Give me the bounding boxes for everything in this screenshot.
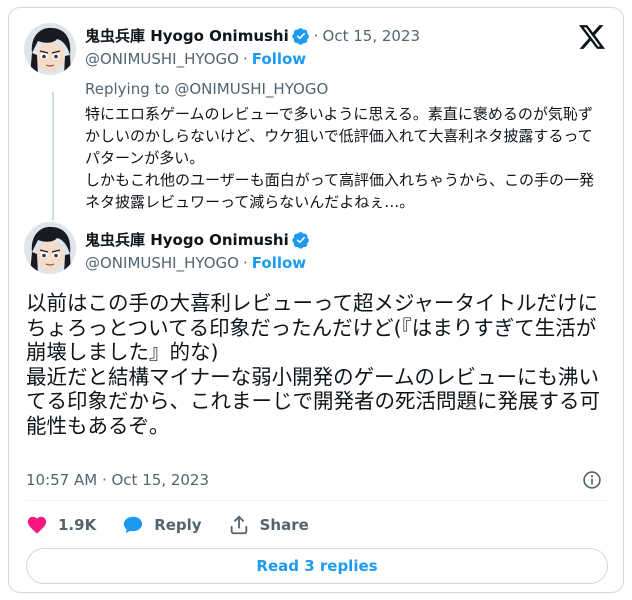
separator-dot: · <box>242 254 248 272</box>
tweet-timestamp[interactable]: 10:57 AM · Oct 15, 2023 <box>26 471 209 489</box>
reply-tweet-text: 特にエロ系ゲームのレビューで多いように思える。素直に褒めるのが気恥ずかしいのかし… <box>85 105 594 211</box>
follow-button[interactable]: Follow <box>252 254 306 272</box>
main-author-row: 鬼虫兵庫 Hyogo Onimushi <box>85 229 310 250</box>
author-handle[interactable]: @ONIMUSHI_HYOGO <box>85 50 239 68</box>
author-name[interactable]: 鬼虫兵庫 Hyogo Onimushi <box>85 229 289 250</box>
author-name[interactable]: 鬼虫兵庫 Hyogo Onimushi <box>85 25 289 46</box>
author-handle[interactable]: @ONIMUSHI_HYOGO <box>85 254 239 272</box>
follow-button[interactable]: Follow <box>252 50 306 68</box>
avatar[interactable] <box>24 23 76 75</box>
info-icon[interactable] <box>582 470 602 490</box>
share-icon <box>230 515 247 535</box>
separator-dot: · <box>313 26 319 45</box>
share-label: Share <box>259 516 309 534</box>
verified-badge-icon <box>292 231 310 249</box>
reply-date[interactable]: Oct 15, 2023 <box>323 27 421 45</box>
main-tweet-text: 以前はこの手の大喜利レビューって超メジャータイトルだけにちょろっとついてる印象だ… <box>26 291 600 438</box>
share-button[interactable]: Share <box>228 514 309 536</box>
like-button[interactable]: 1.9K <box>26 514 96 536</box>
like-count: 1.9K <box>58 516 97 534</box>
reply-author-row: 鬼虫兵庫 Hyogo Onimushi · Oct 15, 2023 <box>85 25 420 46</box>
replying-to-label[interactable]: Replying to @ONIMUSHI_HYOGO <box>85 80 328 98</box>
reply-label: Reply <box>154 516 202 534</box>
read-replies-button[interactable]: Read 3 replies <box>26 548 608 584</box>
x-logo-icon[interactable] <box>579 25 605 49</box>
main-handle-row: @ONIMUSHI_HYOGO · Follow <box>85 254 306 272</box>
divider <box>26 500 608 501</box>
reply-handle-row: @ONIMUSHI_HYOGO · Follow <box>85 50 306 68</box>
thread-connector-line <box>52 92 54 220</box>
heart-icon <box>27 516 47 534</box>
reply-button[interactable]: Reply <box>122 514 202 536</box>
verified-badge-icon <box>292 27 310 45</box>
reply-bubble-icon <box>124 516 143 534</box>
separator-dot: · <box>242 50 248 68</box>
embedded-tweet-card: 鬼虫兵庫 Hyogo Onimushi · Oct 15, 2023 @ONIM… <box>8 7 624 593</box>
action-bar: 1.9K Reply Share <box>26 506 335 544</box>
read-replies-label: Read 3 replies <box>256 557 378 575</box>
avatar[interactable] <box>24 222 76 274</box>
